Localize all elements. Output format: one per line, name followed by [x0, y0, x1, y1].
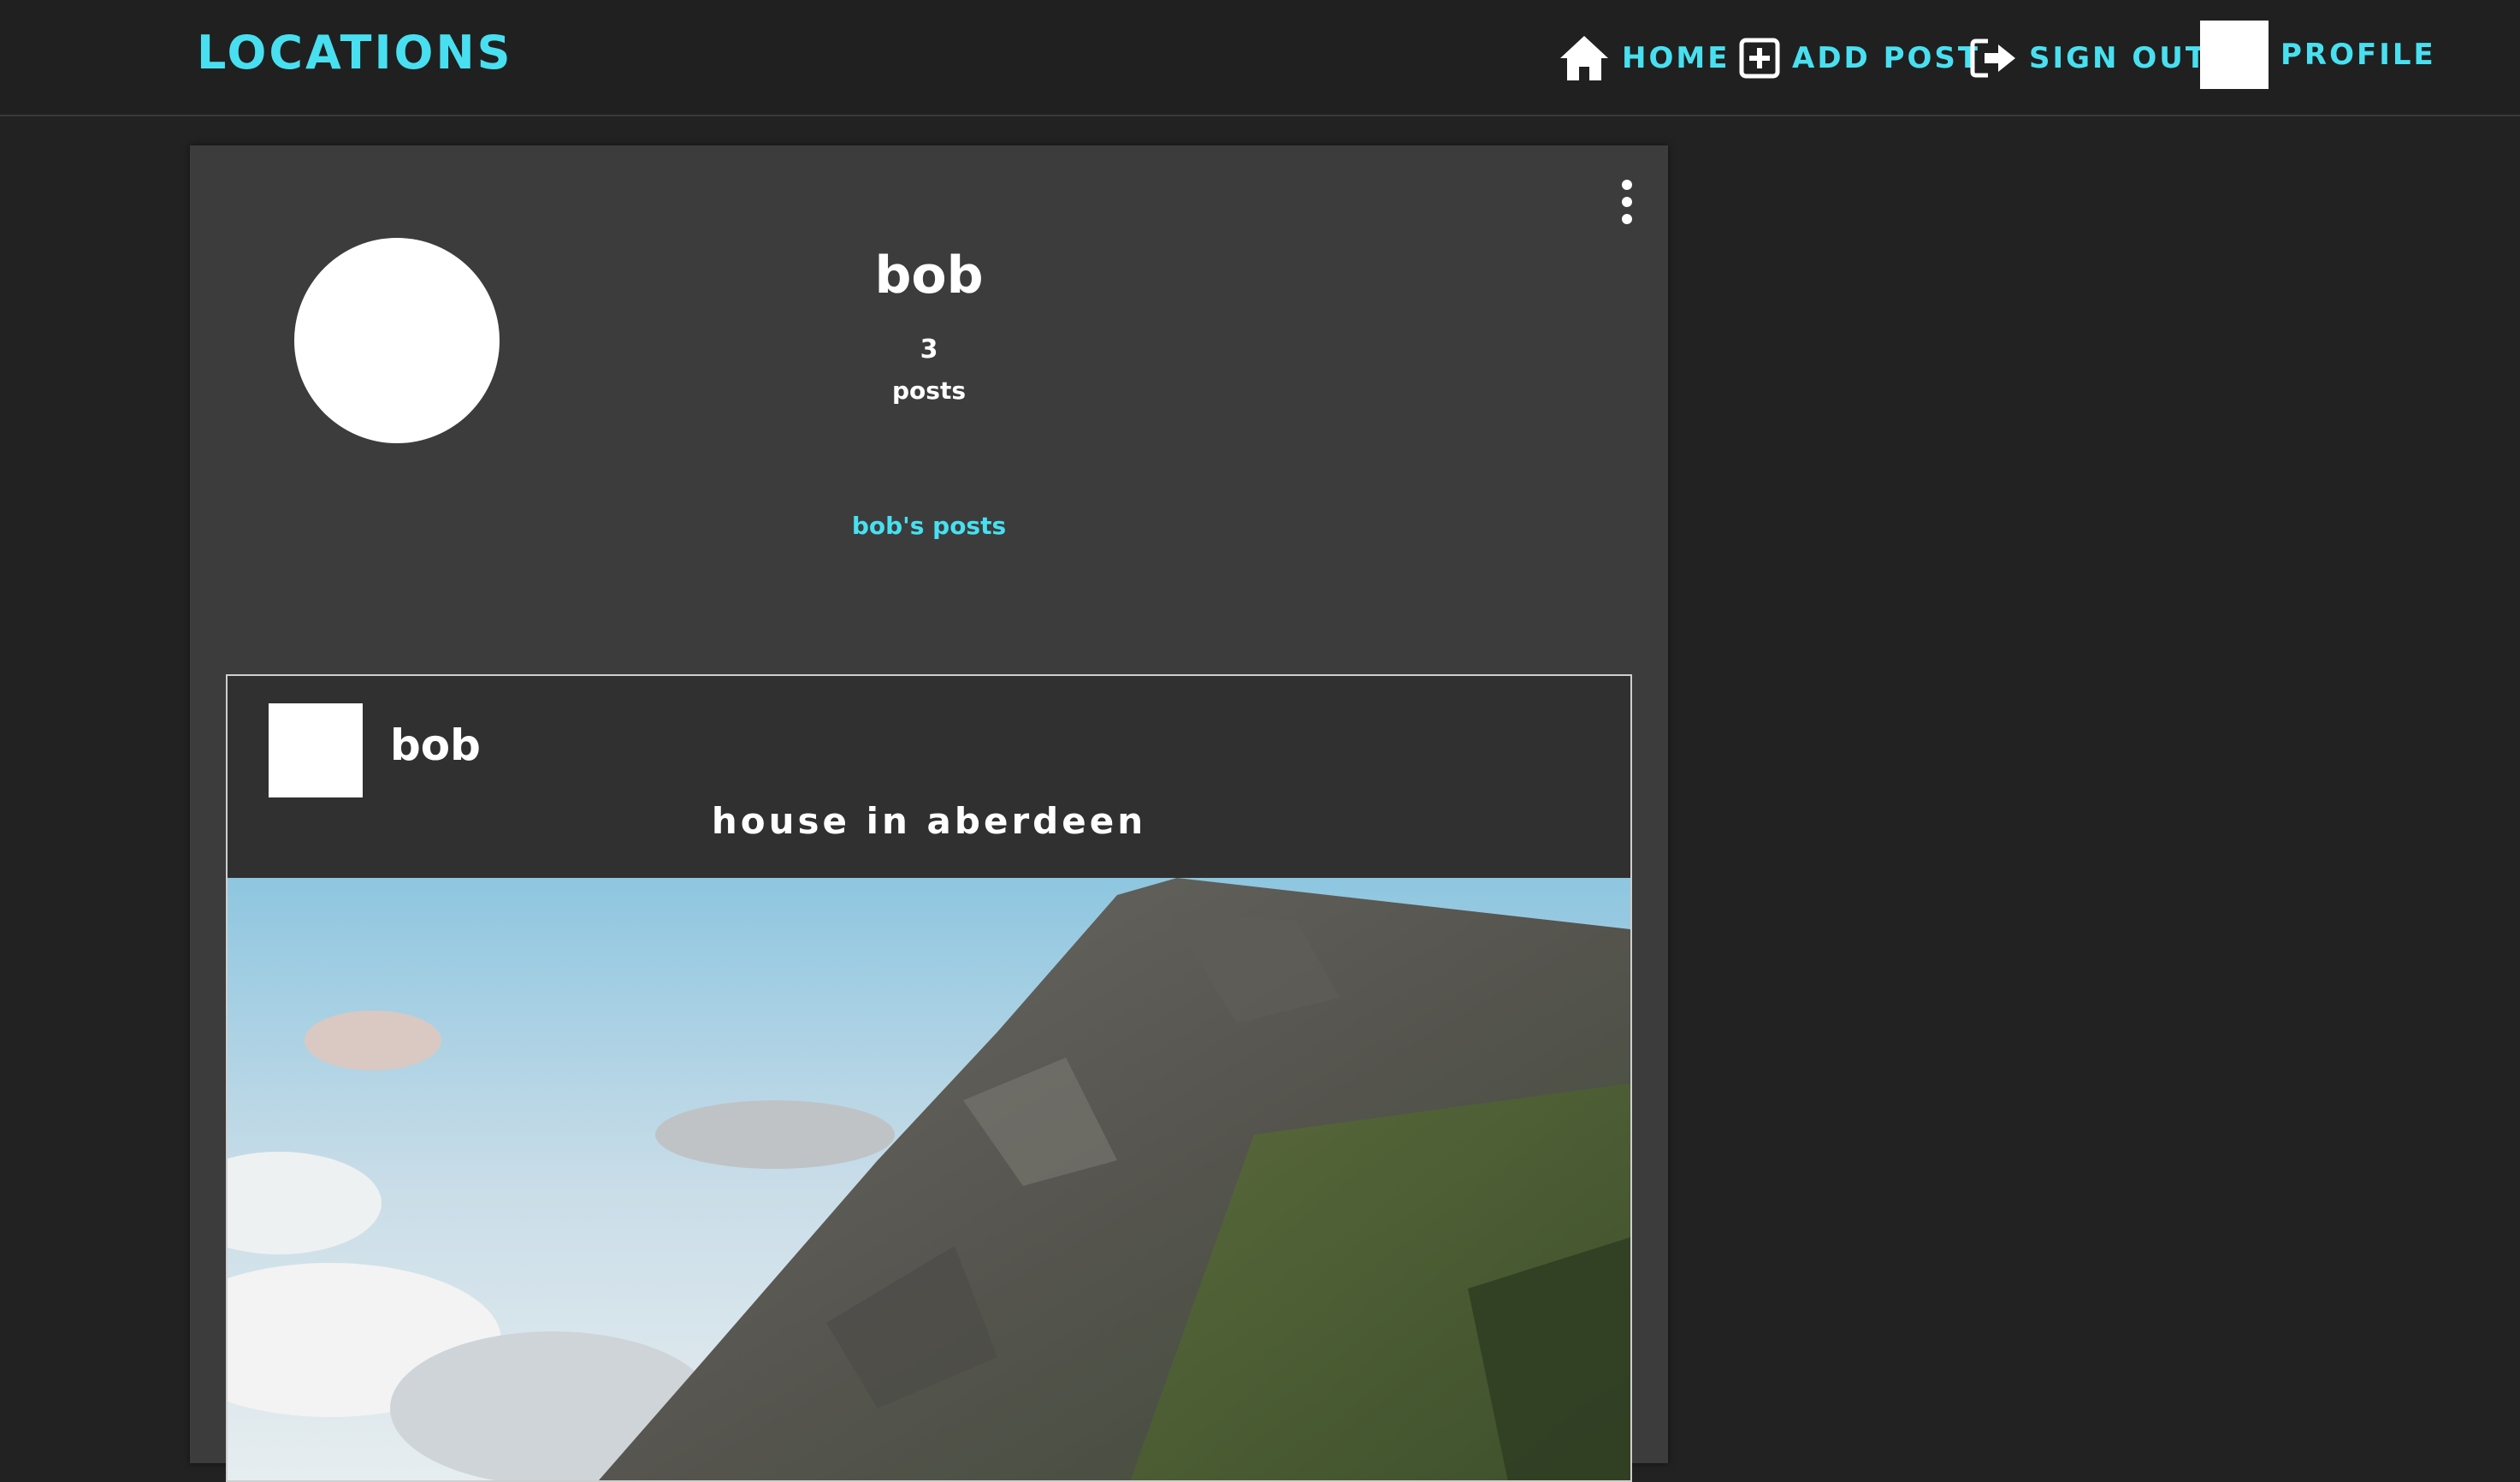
profile-username: bob — [874, 246, 984, 305]
post-title: house in aberdeen — [711, 800, 1147, 842]
nav-home-label: HOME — [1622, 41, 1730, 75]
nav-sign-out-link[interactable]: SIGN OUT — [1969, 27, 2208, 89]
post-card: bob house in aberdeen — [226, 674, 1632, 1482]
brand-logo[interactable]: LOCATIONS — [197, 22, 513, 84]
nav-sign-out-label: SIGN OUT — [2029, 41, 2209, 75]
nav-add-post-link[interactable]: ADD POST — [1739, 27, 1980, 89]
plus-square-icon — [1739, 38, 1780, 79]
post-author-avatar[interactable] — [269, 703, 363, 797]
sign-out-icon — [1969, 38, 2017, 79]
nav-home-link[interactable]: HOME — [1559, 27, 1730, 89]
more-vertical-icon[interactable] — [1615, 178, 1639, 226]
user-posts-link[interactable]: bob's posts — [758, 508, 1100, 544]
post-header: bob house in aberdeen — [228, 676, 1630, 878]
nav-add-post-label: ADD POST — [1792, 41, 1981, 75]
profile-avatar-large — [294, 238, 500, 443]
post-count-value: 3 — [920, 335, 938, 365]
profile-card: bob 3 posts bob's posts bob house in abe… — [190, 145, 1668, 1482]
profile-avatar — [2200, 21, 2269, 89]
top-navbar: LOCATIONS HOME ADD POST SIGN OUT PROFILE — [0, 0, 2520, 116]
post-image[interactable] — [228, 878, 1630, 1482]
post-count-label: posts — [892, 376, 966, 405]
nav-profile-link[interactable]: PROFILE — [2200, 21, 2436, 89]
nav-profile-label: PROFILE — [2280, 38, 2436, 72]
home-icon — [1559, 34, 1610, 82]
post-author-name[interactable]: bob — [390, 715, 481, 775]
